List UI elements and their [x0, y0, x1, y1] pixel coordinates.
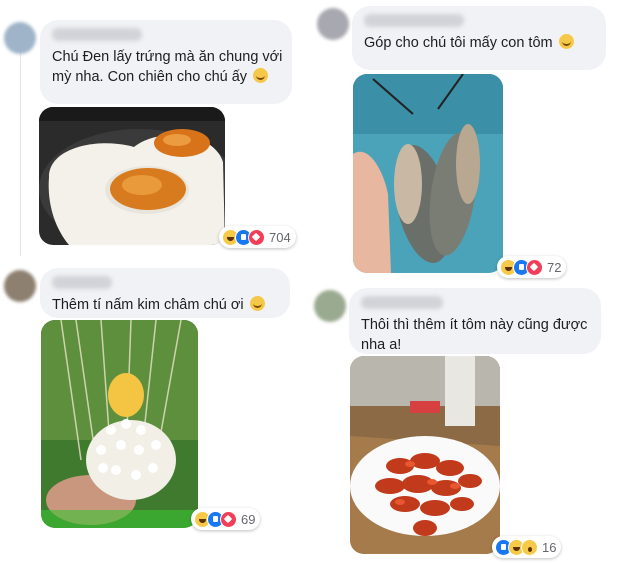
smile-emoji-icon	[253, 68, 269, 83]
reaction-count: 16	[542, 539, 557, 555]
thread-line	[20, 46, 21, 256]
commenter-name[interactable]	[52, 28, 142, 41]
fried-eggs-photo[interactable]	[39, 107, 225, 245]
avatar[interactable]	[314, 290, 346, 322]
comment-text: Góp cho chú tôi mấy con tôm	[364, 33, 594, 53]
comment-bubble: Thêm tí nấm kim châm chú ơi	[40, 268, 290, 318]
comment-text: Thôi thì thêm ít tôm này cũng được nha a…	[361, 315, 593, 355]
comment-text-content: Chú Đen lấy trứng mà ăn chung với mỳ nha…	[52, 49, 283, 85]
enoki-mushroom-photo[interactable]	[41, 320, 198, 528]
reaction-count: 72	[547, 259, 562, 275]
comment-text-content: Thôi thì thêm ít tôm này cũng được nha a…	[361, 317, 588, 353]
avatar[interactable]	[317, 8, 349, 40]
love-reaction-icon	[526, 258, 543, 276]
enoki-image	[41, 320, 198, 528]
love-reaction-icon	[248, 228, 265, 246]
grimace-emoji-icon	[558, 34, 574, 49]
crayfish-plate-photo[interactable]	[350, 356, 500, 554]
reaction-count: 69	[241, 511, 256, 527]
reaction-summary[interactable]: 72	[497, 256, 567, 278]
avatar[interactable]	[4, 22, 36, 54]
reaction-count: 704	[269, 229, 291, 245]
comment-text: Thêm tí nấm kim châm chú ơi	[52, 295, 278, 315]
reaction-summary[interactable]: 69	[191, 508, 261, 530]
commenter-name[interactable]	[361, 296, 443, 309]
comment-bubble: Góp cho chú tôi mấy con tôm	[352, 6, 606, 70]
avatar[interactable]	[4, 270, 36, 302]
smile-emoji-icon	[249, 296, 265, 311]
comment-text-content: Thêm tí nấm kim châm chú ơi	[52, 297, 244, 313]
love-reaction-icon	[220, 510, 237, 528]
comment-text: Chú Đen lấy trứng mà ăn chung với mỳ nha…	[52, 47, 286, 87]
commenter-name[interactable]	[364, 14, 464, 27]
reaction-summary[interactable]: 16	[492, 536, 562, 558]
comment-text-content: Góp cho chú tôi mấy con tôm	[364, 35, 553, 51]
fried-eggs-image	[39, 107, 225, 245]
comment-bubble: Chú Đen lấy trứng mà ăn chung với mỳ nha…	[40, 20, 292, 104]
reaction-summary[interactable]: 704	[219, 226, 296, 248]
wow-reaction-icon	[521, 538, 538, 556]
shrimp-in-hand-photo[interactable]	[353, 74, 503, 273]
shrimp-image	[353, 74, 503, 273]
commenter-name[interactable]	[52, 276, 112, 289]
comment-bubble: Thôi thì thêm ít tôm này cũng được nha a…	[349, 288, 601, 354]
crayfish-image	[350, 356, 500, 554]
